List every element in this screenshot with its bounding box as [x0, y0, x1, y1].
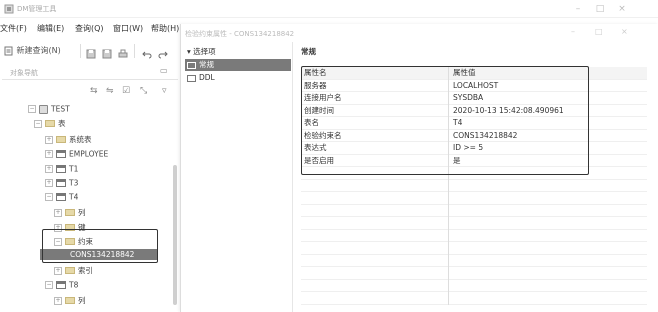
folder-icon: [45, 120, 55, 127]
object-navigator-panel: 对象导航 ▭ ⇆ ⇋ ☑ ⤡ ▿ − TEST − 表 + 系统表 + EMPLOYEE…: [0, 66, 180, 312]
empty-row: [301, 179, 647, 192]
empty-row: [301, 292, 647, 305]
menu-edit[interactable]: 编辑(E): [37, 23, 64, 34]
check-constraint-properties-dialog: 检验约束属性 - CONS134218842 – □ × ▾ 选择项 常规 DD…: [180, 24, 658, 312]
highlight-callout-properties: [301, 66, 589, 175]
collapse-icon[interactable]: −: [34, 119, 42, 128]
section-title: 常规: [301, 47, 316, 56]
database-icon: [39, 104, 48, 114]
save-icon[interactable]: [86, 46, 96, 62]
options-header: ▾ 选择项: [187, 47, 216, 56]
title-bar: DM管理工具 – □ ×: [0, 0, 658, 18]
app-title: DM管理工具: [17, 5, 57, 13]
edit-icon[interactable]: ☑: [122, 86, 130, 96]
toolbar-separator: [80, 44, 81, 58]
print-icon[interactable]: [118, 46, 128, 62]
expand-icon[interactable]: +: [54, 208, 62, 217]
options-panel: ▾ 选择项 常规 DDL: [181, 42, 293, 312]
new-query-button[interactable]: 新建查询(N): [4, 43, 61, 59]
menu-window[interactable]: 窗口(W): [113, 23, 143, 34]
dialog-maximize-button[interactable]: □: [595, 27, 603, 36]
tree-item-t3[interactable]: + T3: [45, 178, 78, 191]
object-navigator-tab[interactable]: 对象导航 ▭: [2, 66, 178, 80]
ddl-icon: [187, 74, 196, 82]
expand-icon[interactable]: +: [45, 135, 53, 144]
tree-item-system-tables[interactable]: + 系统表: [45, 134, 92, 147]
empty-row: [301, 267, 647, 280]
menu-bar: 文件(F) 编辑(E) 查询(Q) 窗口(W) 帮助(H): [0, 22, 180, 36]
tree-item-test-db[interactable]: − TEST: [28, 104, 70, 117]
redo-icon[interactable]: [158, 46, 168, 62]
tree-item-t8-columns[interactable]: + 列: [54, 295, 86, 308]
undo-icon[interactable]: [142, 46, 152, 62]
app-icon: [4, 4, 14, 14]
filter-icon[interactable]: ⇋: [106, 86, 114, 96]
maximize-button[interactable]: □: [590, 2, 610, 16]
table-icon: [56, 165, 66, 173]
dialog-title: 检验约束属性 - CONS134218842: [185, 30, 295, 38]
folder-icon: [65, 209, 75, 216]
new-query-icon: [4, 46, 13, 56]
option-general[interactable]: 常规: [185, 59, 291, 71]
expand-icon[interactable]: +: [45, 150, 53, 158]
menu-help[interactable]: 帮助(H): [151, 23, 179, 34]
empty-row: [301, 192, 647, 205]
new-query-label: 新建查询(N): [16, 46, 61, 55]
minimize-panel-icon[interactable]: ▭: [160, 66, 168, 75]
toolbar: 新建查询(N): [0, 40, 180, 62]
expand-icon[interactable]: +: [54, 296, 62, 305]
object-navigator-tab-label: 对象导航: [10, 69, 38, 77]
tree-item-t8[interactable]: − T8: [45, 280, 78, 293]
tree-item-indexes[interactable]: + 索引: [54, 265, 93, 278]
dialog-minimize-button[interactable]: –: [571, 27, 575, 36]
save-all-icon[interactable]: [102, 46, 112, 62]
main-window: DM管理工具 – □ × 文件(F) 编辑(E) 查询(Q) 窗口(W) 帮助(…: [0, 0, 658, 312]
empty-row: [301, 229, 647, 242]
highlight-callout-constraints: [42, 229, 158, 263]
tree-item-employee[interactable]: + EMPLOYEE: [45, 149, 108, 162]
option-ddl[interactable]: DDL: [185, 73, 291, 85]
table-icon: [56, 193, 66, 201]
menu-file[interactable]: 文件(F): [0, 23, 27, 34]
toolbar-separator: [134, 44, 135, 58]
general-icon: [187, 61, 196, 69]
dialog-close-button[interactable]: ×: [621, 27, 628, 36]
menu-query[interactable]: 查询(Q): [75, 23, 104, 34]
navigator-scrollbar[interactable]: [173, 165, 177, 305]
empty-row: [301, 204, 647, 217]
table-icon: [56, 179, 66, 187]
view-menu-icon[interactable]: ▿: [162, 86, 167, 96]
navigator-tools: ⇆ ⇋ ☑ ⤡ ▿: [0, 86, 180, 102]
folder-icon: [65, 297, 75, 304]
tree-item-tables[interactable]: − 表: [34, 118, 66, 131]
dialog-title-bar: 检验约束属性 - CONS134218842 – □ ×: [181, 24, 658, 42]
link-icon[interactable]: ⇆: [90, 86, 98, 96]
close-button[interactable]: ×: [612, 2, 632, 16]
empty-row: [301, 217, 647, 230]
empty-row: [301, 279, 647, 292]
collapse-all-icon[interactable]: ⤡: [140, 86, 147, 96]
minimize-button[interactable]: –: [568, 2, 588, 16]
expand-icon[interactable]: +: [54, 266, 62, 275]
tree-item-t4[interactable]: − T4: [45, 192, 78, 205]
tree-item-t1[interactable]: + T1: [45, 164, 78, 177]
collapse-icon[interactable]: −: [28, 105, 36, 113]
folder-icon: [65, 267, 75, 274]
table-icon: [56, 281, 66, 289]
tree-item-columns[interactable]: + 列: [54, 207, 86, 220]
expand-icon[interactable]: +: [45, 165, 53, 173]
empty-row: [301, 242, 647, 255]
empty-row: [301, 254, 647, 267]
properties-panel: 常规 属性名 属性值 服务器 LOCALHOST 连接用户名 SYSDBA 创建…: [295, 42, 658, 312]
collapse-icon[interactable]: −: [45, 193, 53, 201]
folder-icon: [56, 136, 66, 143]
collapse-icon[interactable]: −: [45, 281, 53, 289]
table-icon: [56, 150, 66, 158]
expand-icon[interactable]: +: [45, 179, 53, 187]
